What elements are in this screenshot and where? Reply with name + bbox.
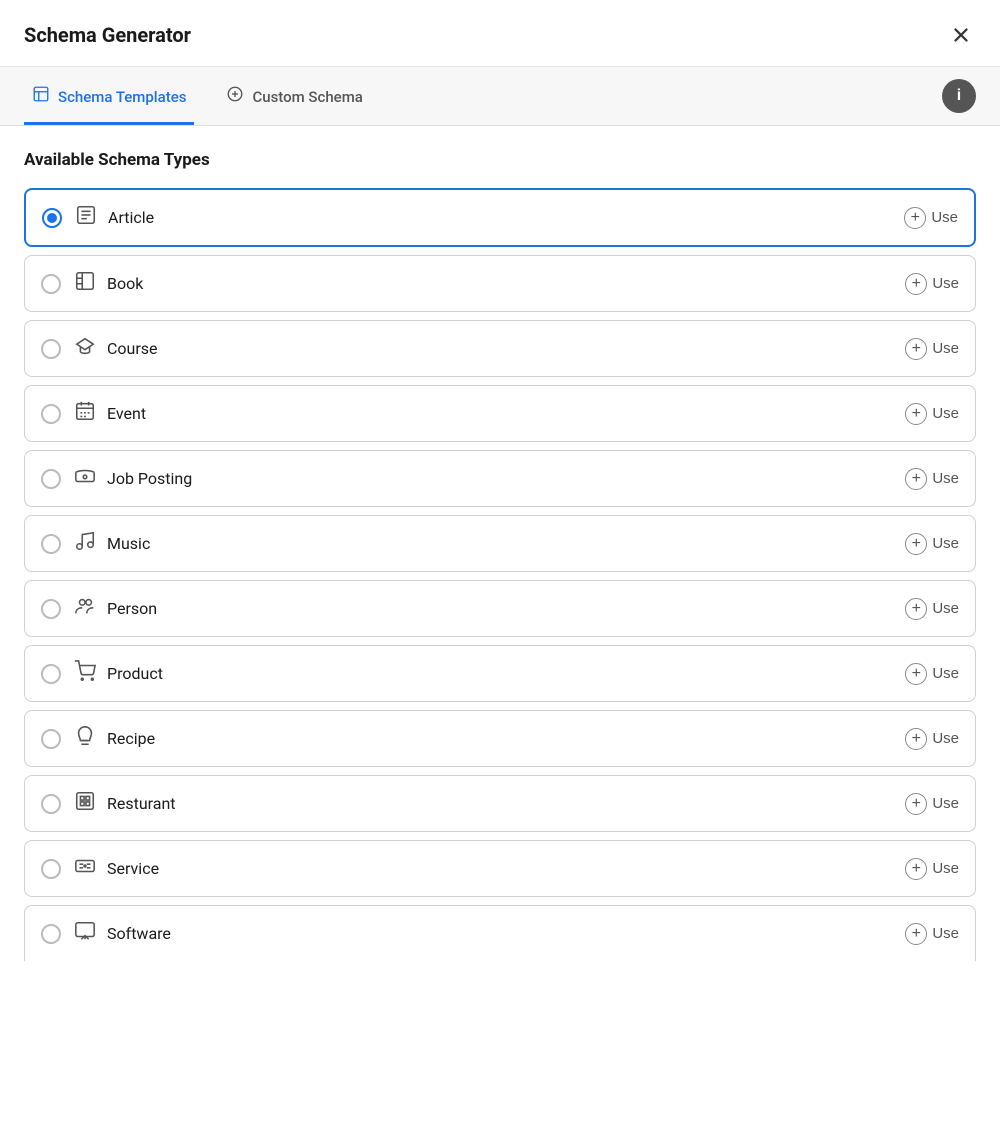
use-label-article: Use [931,209,958,226]
schema-item-service[interactable]: Service + Use [24,840,976,897]
radio-job-posting [41,469,61,489]
tab-schema-templates-label: Schema Templates [58,88,186,106]
schema-list: Article + Use Book + Use [24,188,976,961]
radio-course [41,339,61,359]
radio-event [41,404,61,424]
schema-label-resturant: Resturant [107,794,905,813]
radio-service [41,859,61,879]
plus-circle-icon [226,85,244,108]
use-label-service: Use [932,860,959,877]
schema-label-article: Article [108,208,904,227]
use-button-music[interactable]: + Use [905,533,959,555]
radio-person [41,599,61,619]
use-plus-icon-service: + [905,858,927,880]
modal-header: Schema Generator [0,0,1000,67]
use-button-product[interactable]: + Use [905,663,959,685]
use-plus-icon-article: + [904,207,926,229]
use-plus-icon-resturant: + [905,793,927,815]
schema-label-job-posting: Job Posting [107,469,905,488]
schema-label-software: Software [107,924,905,943]
software-icon [73,920,97,947]
use-plus-icon-person: + [905,598,927,620]
schema-label-person: Person [107,599,905,618]
info-button[interactable]: i [942,79,976,113]
schema-label-recipe: Recipe [107,729,905,748]
schema-item-recipe[interactable]: Recipe + Use [24,710,976,767]
use-button-recipe[interactable]: + Use [905,728,959,750]
use-plus-icon-job-posting: + [905,468,927,490]
person-icon [73,595,97,622]
use-label-resturant: Use [932,795,959,812]
book-icon [73,270,97,297]
schema-item-article[interactable]: Article + Use [24,188,976,247]
template-icon [32,85,50,108]
content-area: Available Schema Types Article + Use [0,126,1000,961]
use-button-article[interactable]: + Use [904,207,958,229]
use-button-service[interactable]: + Use [905,858,959,880]
schema-label-book: Book [107,274,905,293]
product-icon [73,660,97,687]
job-icon [73,465,97,492]
schema-item-event[interactable]: Event + Use [24,385,976,442]
use-plus-icon-book: + [905,273,927,295]
radio-product [41,664,61,684]
radio-music [41,534,61,554]
tab-custom-schema[interactable]: Custom Schema [218,67,370,125]
use-label-event: Use [932,405,959,422]
recipe-icon [73,725,97,752]
use-button-course[interactable]: + Use [905,338,959,360]
use-button-book[interactable]: + Use [905,273,959,295]
modal-title: Schema Generator [24,23,191,47]
use-label-job-posting: Use [932,470,959,487]
use-label-product: Use [932,665,959,682]
event-icon [73,400,97,427]
schema-item-resturant[interactable]: Resturant + Use [24,775,976,832]
use-label-book: Use [932,275,959,292]
use-button-event[interactable]: + Use [905,403,959,425]
schema-item-software[interactable]: Software + Use [24,905,976,961]
section-title: Available Schema Types [24,150,976,170]
tab-custom-schema-label: Custom Schema [252,88,362,106]
radio-article [42,208,62,228]
use-label-software: Use [932,925,959,942]
service-icon [73,855,97,882]
restaurant-icon [73,790,97,817]
music-icon [73,530,97,557]
use-plus-icon-course: + [905,338,927,360]
use-label-person: Use [932,600,959,617]
tab-schema-templates[interactable]: Schema Templates [24,67,194,125]
radio-software [41,924,61,944]
schema-item-product[interactable]: Product + Use [24,645,976,702]
use-plus-icon-event: + [905,403,927,425]
schema-item-person[interactable]: Person + Use [24,580,976,637]
use-label-recipe: Use [932,730,959,747]
use-label-course: Use [932,340,959,357]
radio-book [41,274,61,294]
radio-recipe [41,729,61,749]
use-button-software[interactable]: + Use [905,923,959,945]
article-icon [74,204,98,231]
course-icon [73,335,97,362]
schema-item-book[interactable]: Book + Use [24,255,976,312]
schema-item-job-posting[interactable]: Job Posting + Use [24,450,976,507]
schema-label-service: Service [107,859,905,878]
radio-resturant [41,794,61,814]
use-plus-icon-recipe: + [905,728,927,750]
use-plus-icon-software: + [905,923,927,945]
schema-label-music: Music [107,534,905,553]
schema-label-event: Event [107,404,905,423]
use-button-job-posting[interactable]: + Use [905,468,959,490]
use-label-music: Use [932,535,959,552]
schema-item-music[interactable]: Music + Use [24,515,976,572]
use-plus-icon-product: + [905,663,927,685]
use-button-person[interactable]: + Use [905,598,959,620]
tabs-bar: Schema Templates Custom Schema i [0,67,1000,126]
schema-label-course: Course [107,339,905,358]
close-button[interactable] [946,20,976,50]
use-plus-icon-music: + [905,533,927,555]
use-button-resturant[interactable]: + Use [905,793,959,815]
schema-item-course[interactable]: Course + Use [24,320,976,377]
schema-label-product: Product [107,664,905,683]
